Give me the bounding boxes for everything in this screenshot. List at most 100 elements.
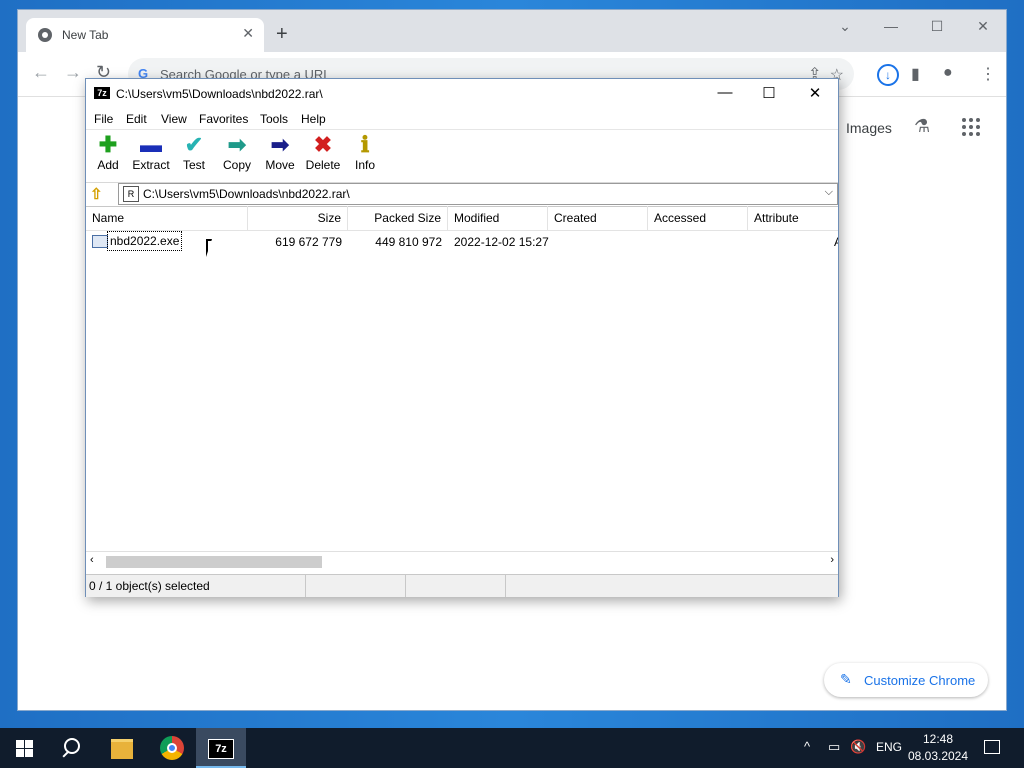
column-name[interactable]: Name bbox=[86, 206, 248, 230]
taskbar: 7z ^ ▭ 🔇 ENG 12:48 08.03.2024 bbox=[0, 728, 1024, 768]
copy-button[interactable]: ➡ Copy bbox=[215, 132, 259, 180]
chrome-minimize-button[interactable]: — bbox=[881, 18, 901, 34]
notification-icon[interactable] bbox=[984, 740, 1000, 754]
list-header: Name Size Packed Size Modified Created A… bbox=[86, 206, 838, 231]
extract-label: Extract bbox=[132, 158, 170, 172]
menu-favorites[interactable]: Favorites bbox=[199, 112, 248, 126]
new-tab-plus-icon[interactable]: + bbox=[276, 24, 288, 44]
sevenzip-menubar: File Edit View Favorites Tools Help bbox=[86, 109, 838, 129]
copy-label: Copy bbox=[222, 158, 251, 172]
move-label: Move bbox=[265, 158, 295, 172]
download-icon[interactable]: ↓ bbox=[877, 64, 899, 86]
info-label: Info bbox=[354, 158, 375, 172]
chrome-menu-icon[interactable]: ⋮ bbox=[980, 64, 996, 84]
menu-help[interactable]: Help bbox=[301, 112, 326, 126]
move-button[interactable]: ➡ Move bbox=[258, 132, 302, 180]
sevenzip-title: C:\Users\vm5\Downloads\nbd2022.rar\ bbox=[116, 87, 323, 101]
file-packed-size-cell: 449 810 972 bbox=[375, 235, 442, 249]
menu-tools[interactable]: Tools bbox=[260, 112, 288, 126]
chevron-down-icon[interactable]: ⌵ bbox=[825, 186, 833, 199]
chrome-maximize-button[interactable]: ☐ bbox=[927, 18, 947, 35]
info-button[interactable]: ℹ Info bbox=[343, 132, 387, 180]
network-icon[interactable]: ▭ bbox=[828, 739, 840, 755]
profile-avatar-icon[interactable]: ● bbox=[943, 64, 953, 82]
scroll-left-icon[interactable]: ‹ bbox=[90, 554, 94, 566]
side-panel-icon[interactable]: ▮ bbox=[911, 64, 920, 84]
chrome-tabstrip: New Tab ✕ + ⌄ — ☐ ✕ bbox=[18, 10, 1006, 52]
sevenzip-close-button[interactable]: ✕ bbox=[800, 84, 830, 102]
address-combobox[interactable]: R C:\Users\vm5\Downloads\nbd2022.rar\ ⌵ bbox=[118, 183, 838, 205]
copy-arrow-icon: ➡ bbox=[227, 132, 247, 157]
column-packed-size[interactable]: Packed Size bbox=[348, 206, 448, 230]
test-label: Test bbox=[182, 158, 205, 172]
folder-up-icon[interactable]: ⇧ bbox=[90, 185, 103, 203]
add-button[interactable]: ✚ Add bbox=[86, 132, 130, 180]
column-modified[interactable]: Modified bbox=[448, 206, 548, 230]
delete-x-icon: ✖ bbox=[313, 132, 333, 157]
column-attribute[interactable]: Attribute bbox=[748, 206, 838, 230]
labs-flask-icon[interactable]: ⚗ bbox=[914, 116, 930, 137]
extract-button[interactable]: ▬ Extract bbox=[129, 132, 173, 180]
file-created-cell bbox=[548, 232, 648, 252]
sevenzip-minimize-button[interactable]: — bbox=[710, 84, 740, 101]
column-size[interactable]: Size bbox=[248, 206, 348, 230]
table-row[interactable]: nbd2022.exe 619 672 779 449 810 972 2022… bbox=[86, 231, 838, 252]
tab-close-icon[interactable]: ✕ bbox=[242, 25, 254, 42]
clock-time: 12:48 bbox=[922, 732, 954, 746]
sevenzip-maximize-button[interactable]: ☐ bbox=[754, 84, 784, 102]
chrome-tab-new-tab[interactable]: New Tab ✕ bbox=[26, 18, 264, 52]
delete-button[interactable]: ✖ Delete bbox=[301, 132, 345, 180]
delete-label: Delete bbox=[305, 158, 341, 172]
customize-chrome-label: Customize Chrome bbox=[864, 673, 976, 688]
google-apps-icon[interactable] bbox=[962, 118, 980, 136]
pencil-icon: ✎ bbox=[840, 671, 852, 687]
sevenzip-taskbar-icon[interactable]: 7z bbox=[196, 728, 246, 768]
chrome-taskbar-icon[interactable] bbox=[148, 728, 196, 768]
menu-edit[interactable]: Edit bbox=[126, 112, 147, 126]
language-indicator[interactable]: ENG bbox=[876, 740, 902, 754]
file-accessed-cell bbox=[648, 232, 748, 252]
chrome-favicon-icon bbox=[38, 28, 52, 42]
menu-file[interactable]: File bbox=[94, 112, 113, 126]
test-button[interactable]: ✔ Test bbox=[172, 132, 216, 180]
horizontal-scrollbar[interactable]: ‹ › bbox=[86, 551, 838, 572]
forward-arrow-icon[interactable]: → bbox=[64, 62, 82, 83]
status-bar: 0 / 1 object(s) selected bbox=[86, 574, 838, 597]
column-created[interactable]: Created bbox=[548, 206, 648, 230]
menu-view[interactable]: View bbox=[161, 112, 187, 126]
customize-chrome-button[interactable]: ✎ Customize Chrome bbox=[824, 663, 988, 697]
system-clock[interactable]: 12:48 08.03.2024 bbox=[906, 731, 970, 765]
tab-search-chevron-icon[interactable]: ⌄ bbox=[835, 18, 855, 35]
extract-minus-icon: ▬ bbox=[140, 132, 162, 157]
taskbar-search-icon[interactable] bbox=[48, 728, 96, 768]
scrollbar-thumb[interactable] bbox=[106, 556, 322, 568]
volume-muted-icon[interactable]: 🔇 bbox=[850, 739, 866, 755]
column-accessed[interactable]: Accessed bbox=[648, 206, 748, 230]
status-cell-3 bbox=[406, 575, 506, 597]
add-label: Add bbox=[97, 158, 119, 172]
sevenzip-toolbar: ✚ Add ▬ Extract ✔ Test ➡ Copy ➡ Move ✖ D… bbox=[86, 129, 838, 183]
sevenzip-titlebar[interactable]: 7z C:\Users\vm5\Downloads\nbd2022.rar\ —… bbox=[86, 79, 838, 109]
exe-file-icon bbox=[92, 235, 108, 248]
test-check-icon: ✔ bbox=[184, 132, 204, 157]
sevenzip-address-bar: ⇧ R C:\Users\vm5\Downloads\nbd2022.rar\ … bbox=[86, 182, 838, 207]
chrome-close-button[interactable]: ✕ bbox=[973, 18, 993, 35]
address-value: C:\Users\vm5\Downloads\nbd2022.rar\ bbox=[143, 187, 350, 201]
file-modified-cell: 2022-12-02 15:27 bbox=[454, 235, 549, 249]
file-explorer-icon[interactable] bbox=[98, 728, 146, 768]
tray-chevron-up-icon[interactable]: ^ bbox=[804, 739, 810, 754]
sevenzip-window: 7z C:\Users\vm5\Downloads\nbd2022.rar\ —… bbox=[85, 78, 839, 597]
file-attribute-cell: A bbox=[833, 235, 838, 249]
images-link[interactable]: Images bbox=[846, 120, 892, 136]
file-size-cell: 619 672 779 bbox=[275, 235, 342, 249]
clock-date: 08.03.2024 bbox=[907, 749, 969, 763]
sevenzip-logo-icon: 7z bbox=[94, 87, 110, 99]
file-name-cell[interactable]: nbd2022.exe bbox=[106, 231, 183, 251]
add-plus-icon: ✚ bbox=[98, 132, 118, 157]
scroll-right-icon[interactable]: › bbox=[830, 554, 834, 566]
archive-icon: R bbox=[123, 186, 139, 202]
move-arrow-icon: ➡ bbox=[270, 132, 290, 157]
back-arrow-icon[interactable]: ← bbox=[32, 62, 50, 83]
file-list[interactable]: Name Size Packed Size Modified Created A… bbox=[86, 206, 838, 551]
start-windows-icon[interactable] bbox=[0, 728, 48, 768]
